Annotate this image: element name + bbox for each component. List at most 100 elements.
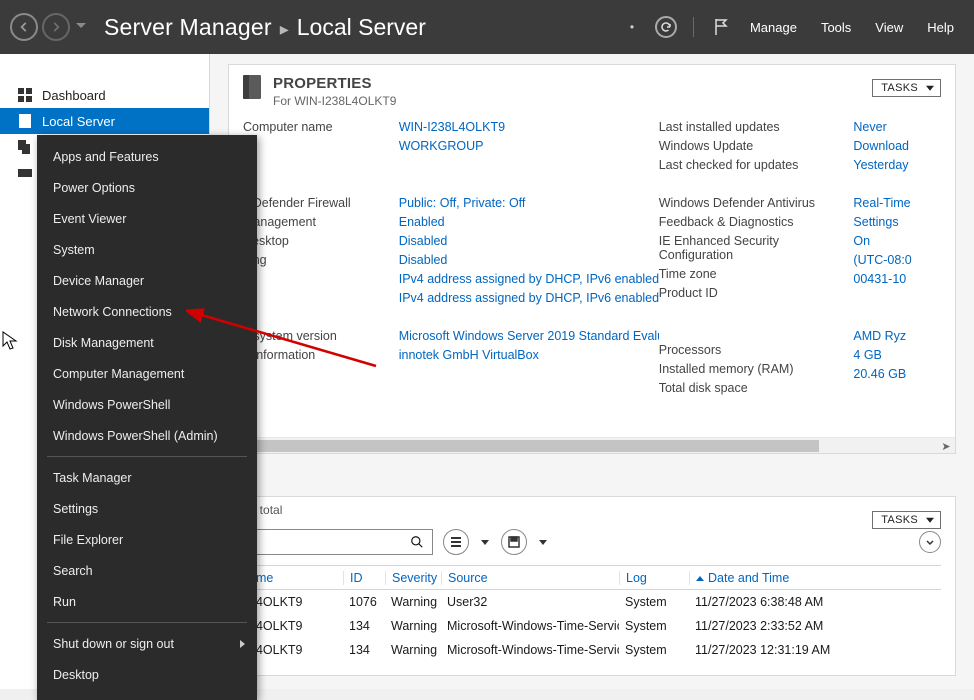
ctx-power-options[interactable]: Power Options <box>37 172 257 203</box>
events-filter-input[interactable] <box>243 529 433 555</box>
header-caret-icon[interactable]: • <box>619 14 645 40</box>
properties-h-scrollbar[interactable]: ➤ <box>229 437 955 453</box>
ctx-desktop[interactable]: Desktop <box>37 659 257 690</box>
col-source[interactable]: Source <box>441 571 619 585</box>
menu-help[interactable]: Help <box>919 20 962 35</box>
events-cell: 134 <box>343 643 385 657</box>
property-label: Feedback & Diagnostics <box>659 215 854 229</box>
events-row[interactable]: L4OLKT9134WarningMicrosoft-Windows-Time-… <box>243 638 941 662</box>
property-label: Processors <box>659 343 854 357</box>
search-icon <box>410 535 424 549</box>
property-value[interactable]: Microsoft Windows Server 2019 Standard E… <box>399 329 659 343</box>
servers-icon <box>18 140 32 154</box>
ctx-device-manager[interactable]: Device Manager <box>37 265 257 296</box>
sidebar-item-label: Dashboard <box>42 88 106 103</box>
property-value[interactable]: Download <box>853 139 941 153</box>
events-cell: 1076 <box>343 595 385 609</box>
ctx-system[interactable]: System <box>37 234 257 265</box>
property-value[interactable]: Never <box>853 120 941 134</box>
notifications-flag-icon[interactable] <box>708 14 734 40</box>
properties-grid: Computer nameups Defender Firewallmanage… <box>229 112 955 407</box>
property-label: Time zone <box>659 267 854 281</box>
nav-history-dropdown[interactable] <box>76 20 86 34</box>
breadcrumb-root[interactable]: Server Manager <box>104 14 272 41</box>
property-label: Computer name <box>243 120 399 134</box>
ctx-file-explorer[interactable]: File Explorer <box>37 524 257 555</box>
property-value[interactable]: WIN-I238L4OLKT9 <box>399 120 659 134</box>
property-value[interactable]: (UTC-08:0 <box>853 253 941 267</box>
col-log[interactable]: Log <box>619 571 689 585</box>
menu-tools[interactable]: Tools <box>813 20 859 35</box>
server-icon <box>18 114 32 128</box>
events-tasks-dropdown[interactable]: TASKS <box>872 511 941 529</box>
property-value[interactable]: Real-Time <box>853 196 941 210</box>
property-value[interactable]: IPv4 address assigned by DHCP, IPv6 enab… <box>399 272 659 286</box>
ctx-computer-management[interactable]: Computer Management <box>37 358 257 389</box>
col-id[interactable]: ID <box>343 571 385 585</box>
back-button[interactable] <box>10 13 38 41</box>
property-value[interactable]: 00431-10 <box>853 272 941 286</box>
property-label: Last installed updates <box>659 120 854 134</box>
property-value[interactable]: WORKGROUP <box>399 139 659 153</box>
property-value[interactable]: Disabled <box>399 253 659 267</box>
events-cell: Warning <box>385 643 441 657</box>
property-value[interactable]: Disabled <box>399 234 659 248</box>
col-date-time[interactable]: Date and Time <box>689 571 941 585</box>
events-save-button[interactable] <box>501 529 527 555</box>
property-label: s Defender Firewall <box>243 196 399 210</box>
ctx-windows-powershell[interactable]: Windows PowerShell <box>37 389 257 420</box>
property-label: ning <box>243 253 399 267</box>
menu-view[interactable]: View <box>867 20 911 35</box>
events-cell: 11/27/2023 6:38:48 AM <box>689 595 941 609</box>
ctx-event-viewer[interactable]: Event Viewer <box>37 203 257 234</box>
property-value[interactable]: innotek GmbH VirtualBox <box>399 348 659 362</box>
forward-button[interactable] <box>42 13 70 41</box>
ctx-apps-and-features[interactable]: Apps and Features <box>37 141 257 172</box>
property-value[interactable]: On <box>853 234 941 248</box>
sidebar-item-local-server[interactable]: Local Server <box>0 108 209 134</box>
events-view-options[interactable] <box>443 529 469 555</box>
sidebar-item-dashboard[interactable]: Dashboard <box>0 82 209 108</box>
refresh-button[interactable] <box>653 14 679 40</box>
property-label: 2 <box>243 291 399 305</box>
events-row[interactable]: L4OLKT91076WarningUser32System11/27/2023… <box>243 590 941 614</box>
property-label: Windows Defender Antivirus <box>659 196 854 210</box>
events-cell: L4OLKT9 <box>243 643 343 657</box>
ctx-task-manager[interactable]: Task Manager <box>37 462 257 493</box>
properties-card: PROPERTIES For WIN-I238L4OLKT9 TASKS Com… <box>228 64 956 454</box>
ctx-disk-management[interactable]: Disk Management <box>37 327 257 358</box>
col-server-name[interactable]: ame <box>243 571 343 585</box>
chevron-down-icon[interactable] <box>537 540 549 545</box>
scroll-right-icon[interactable]: ➤ <box>939 440 953 452</box>
chevron-down-icon[interactable] <box>479 540 491 545</box>
property-value[interactable]: 4 GB <box>853 348 941 362</box>
scrollbar-thumb[interactable] <box>229 440 819 452</box>
events-cell: Warning <box>385 619 441 633</box>
property-value[interactable]: AMD Ryz <box>853 329 941 343</box>
ctx-run[interactable]: Run <box>37 586 257 617</box>
breadcrumb-leaf[interactable]: Local Server <box>297 14 426 41</box>
ctx-search[interactable]: Search <box>37 555 257 586</box>
ctx-network-connections[interactable]: Network Connections <box>37 296 257 327</box>
events-expand-button[interactable] <box>919 531 941 553</box>
events-cell: L4OLKT9 <box>243 595 343 609</box>
ctx-windows-powershell-admin[interactable]: Windows PowerShell (Admin) <box>37 420 257 451</box>
property-label: IE Enhanced Security Configuration <box>659 234 854 262</box>
menu-manage[interactable]: Manage <box>742 20 805 35</box>
property-label: Windows Update <box>659 139 854 153</box>
property-value[interactable]: Yesterday <box>853 158 941 172</box>
events-row[interactable]: L4OLKT9134WarningMicrosoft-Windows-Time-… <box>243 614 941 638</box>
chevron-right-icon: ▸ <box>280 19 289 40</box>
property-value[interactable]: IPv4 address assigned by DHCP, IPv6 enab… <box>399 291 659 305</box>
ctx-settings[interactable]: Settings <box>37 493 257 524</box>
ctx-shut-down-or-sign-out[interactable]: Shut down or sign out <box>37 628 257 659</box>
events-card: TASKS 25 total <box>228 496 956 676</box>
events-cell: 134 <box>343 619 385 633</box>
property-value[interactable]: Enabled <box>399 215 659 229</box>
col-severity[interactable]: Severity <box>385 571 441 585</box>
property-value[interactable]: Settings <box>853 215 941 229</box>
property-value[interactable]: 20.46 GB <box>853 367 941 381</box>
properties-tasks-dropdown[interactable]: TASKS <box>872 79 941 97</box>
property-value[interactable]: Public: Off, Private: Off <box>399 196 659 210</box>
events-grid-header[interactable]: ame ID Severity Source Log Date and Time <box>243 566 941 590</box>
